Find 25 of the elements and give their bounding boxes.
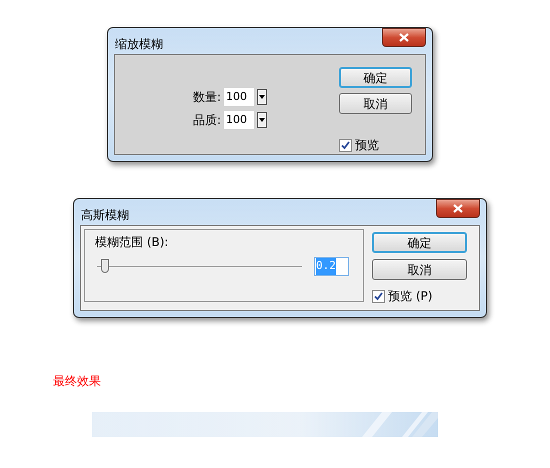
window-title: 缩放模糊 (115, 36, 163, 53)
caption-text: 最终效果 (53, 374, 101, 388)
close-button[interactable] (436, 199, 480, 218)
caret-icon (259, 118, 265, 122)
window-title: 高斯模糊 (81, 207, 129, 224)
close-icon (453, 204, 463, 213)
field-label: 数量: (192, 89, 221, 106)
ok-button[interactable]: 确定 (339, 67, 412, 88)
number-field[interactable]: 100 (224, 88, 254, 106)
preview-checkbox[interactable] (339, 138, 352, 152)
cancel-button[interactable]: 取消 (372, 259, 467, 280)
slider-thumb[interactable] (100, 259, 109, 273)
ok-button[interactable]: 确定 (372, 232, 467, 253)
preview-label: 预览 (P) (388, 288, 432, 305)
dropdown-button[interactable] (257, 89, 267, 105)
preview-label: 预览 (355, 137, 379, 154)
caret-icon (259, 95, 265, 99)
close-button[interactable] (382, 28, 426, 47)
number-field[interactable]: 100 (224, 111, 254, 129)
cancel-button[interactable]: 取消 (339, 93, 412, 114)
dropdown-button[interactable] (257, 112, 267, 128)
field-label: 品质: (192, 112, 221, 129)
close-icon (399, 33, 409, 42)
slider-label: 模糊范围 (B): (95, 234, 170, 251)
preview-checkbox[interactable] (372, 290, 385, 302)
